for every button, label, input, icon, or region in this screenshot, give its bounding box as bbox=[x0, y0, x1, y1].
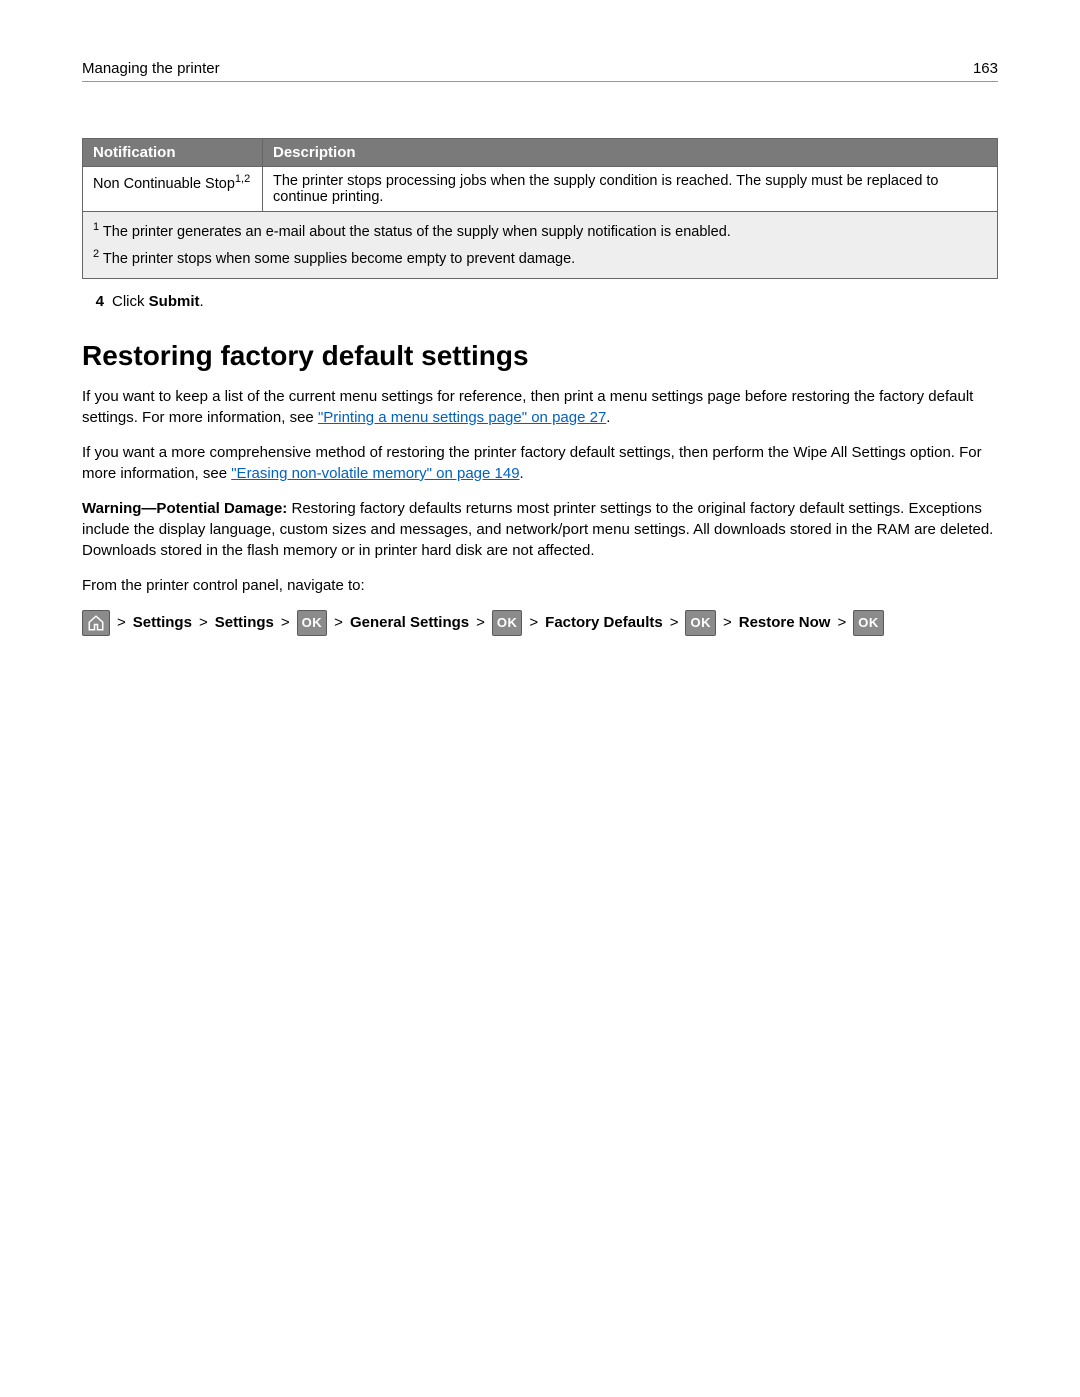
para1-text-b: . bbox=[606, 409, 610, 426]
warning-label: Warning—Potential Damage: bbox=[82, 500, 287, 517]
col-header-description: Description bbox=[263, 139, 998, 167]
table-footnote-row: 1 The printer generates an e-mail about … bbox=[83, 212, 998, 279]
para-navigate-lead: From the printer control panel, navigate… bbox=[82, 575, 998, 596]
link-print-menu-settings[interactable]: "Printing a menu settings page" on page … bbox=[318, 409, 606, 426]
footnote-1: 1 The printer generates an e-mail about … bbox=[93, 218, 987, 245]
ok-button-icon: OK bbox=[685, 610, 716, 636]
nav-sep: > bbox=[279, 614, 292, 631]
section-heading: Restoring factory default settings bbox=[82, 340, 998, 372]
nav-sep: > bbox=[115, 614, 128, 631]
cell-notification: Non Continuable Stop1,2 bbox=[83, 167, 263, 212]
step-item-4: 4 Click Submit. bbox=[86, 293, 998, 310]
nav-sep: > bbox=[527, 614, 540, 631]
notification-table: Notification Description Non Continuable… bbox=[82, 138, 998, 279]
ok-button-icon: OK bbox=[853, 610, 884, 636]
footnote-2: 2 The printer stops when some supplies b… bbox=[93, 245, 987, 272]
ok-button-icon: OK bbox=[297, 610, 328, 636]
nav-factory-defaults: Factory Defaults bbox=[545, 614, 663, 631]
page-number: 163 bbox=[973, 60, 998, 77]
nav-sep: > bbox=[668, 614, 681, 631]
notification-superscript: 1,2 bbox=[235, 173, 250, 185]
ok-label: OK bbox=[690, 615, 711, 630]
step-prefix: Click bbox=[112, 293, 149, 310]
notification-label: Non Continuable Stop bbox=[93, 176, 235, 192]
page-header: Managing the printer 163 bbox=[82, 60, 998, 82]
link-erase-nonvolatile[interactable]: "Erasing non-volatile memory" on page 14… bbox=[231, 465, 519, 482]
navigation-path: > Settings > Settings > OK > General Set… bbox=[82, 610, 998, 636]
nav-sep: > bbox=[835, 614, 848, 631]
nav-sep: > bbox=[197, 614, 210, 631]
table-footnotes: 1 The printer generates an e-mail about … bbox=[83, 212, 998, 279]
home-icon bbox=[82, 610, 110, 636]
col-header-notification: Notification bbox=[83, 139, 263, 167]
table-header-row: Notification Description bbox=[83, 139, 998, 167]
nav-general-settings: General Settings bbox=[350, 614, 469, 631]
nav-restore-now: Restore Now bbox=[739, 614, 831, 631]
nav-sep: > bbox=[721, 614, 734, 631]
nav-settings-1: Settings bbox=[133, 614, 192, 631]
running-head-title: Managing the printer bbox=[82, 60, 220, 77]
ok-label: OK bbox=[302, 615, 323, 630]
nav-settings-2: Settings bbox=[215, 614, 274, 631]
step-suffix: . bbox=[200, 293, 204, 310]
footnote-1-text: The printer generates an e-mail about th… bbox=[99, 224, 731, 240]
para-warning: Warning—Potential Damage: Restoring fact… bbox=[82, 498, 998, 561]
para-intro-2: If you want a more comprehensive method … bbox=[82, 442, 998, 484]
para2-text-b: . bbox=[520, 465, 524, 482]
home-icon-svg bbox=[87, 614, 105, 632]
footnote-2-text: The printer stops when some supplies bec… bbox=[99, 251, 575, 267]
nav-sep: > bbox=[332, 614, 345, 631]
para-intro-1: If you want to keep a list of the curren… bbox=[82, 386, 998, 428]
nav-sep: > bbox=[474, 614, 487, 631]
para2-text-a: If you want a more comprehensive method … bbox=[82, 444, 982, 482]
table-row: Non Continuable Stop1,2 The printer stop… bbox=[83, 167, 998, 212]
step-bold: Submit bbox=[149, 293, 200, 310]
cell-description: The printer stops processing jobs when t… bbox=[263, 167, 998, 212]
ok-button-icon: OK bbox=[492, 610, 523, 636]
ok-label: OK bbox=[497, 615, 518, 630]
step-text: Click Submit. bbox=[112, 293, 204, 310]
step-number: 4 bbox=[86, 293, 104, 310]
ok-label: OK bbox=[858, 615, 879, 630]
